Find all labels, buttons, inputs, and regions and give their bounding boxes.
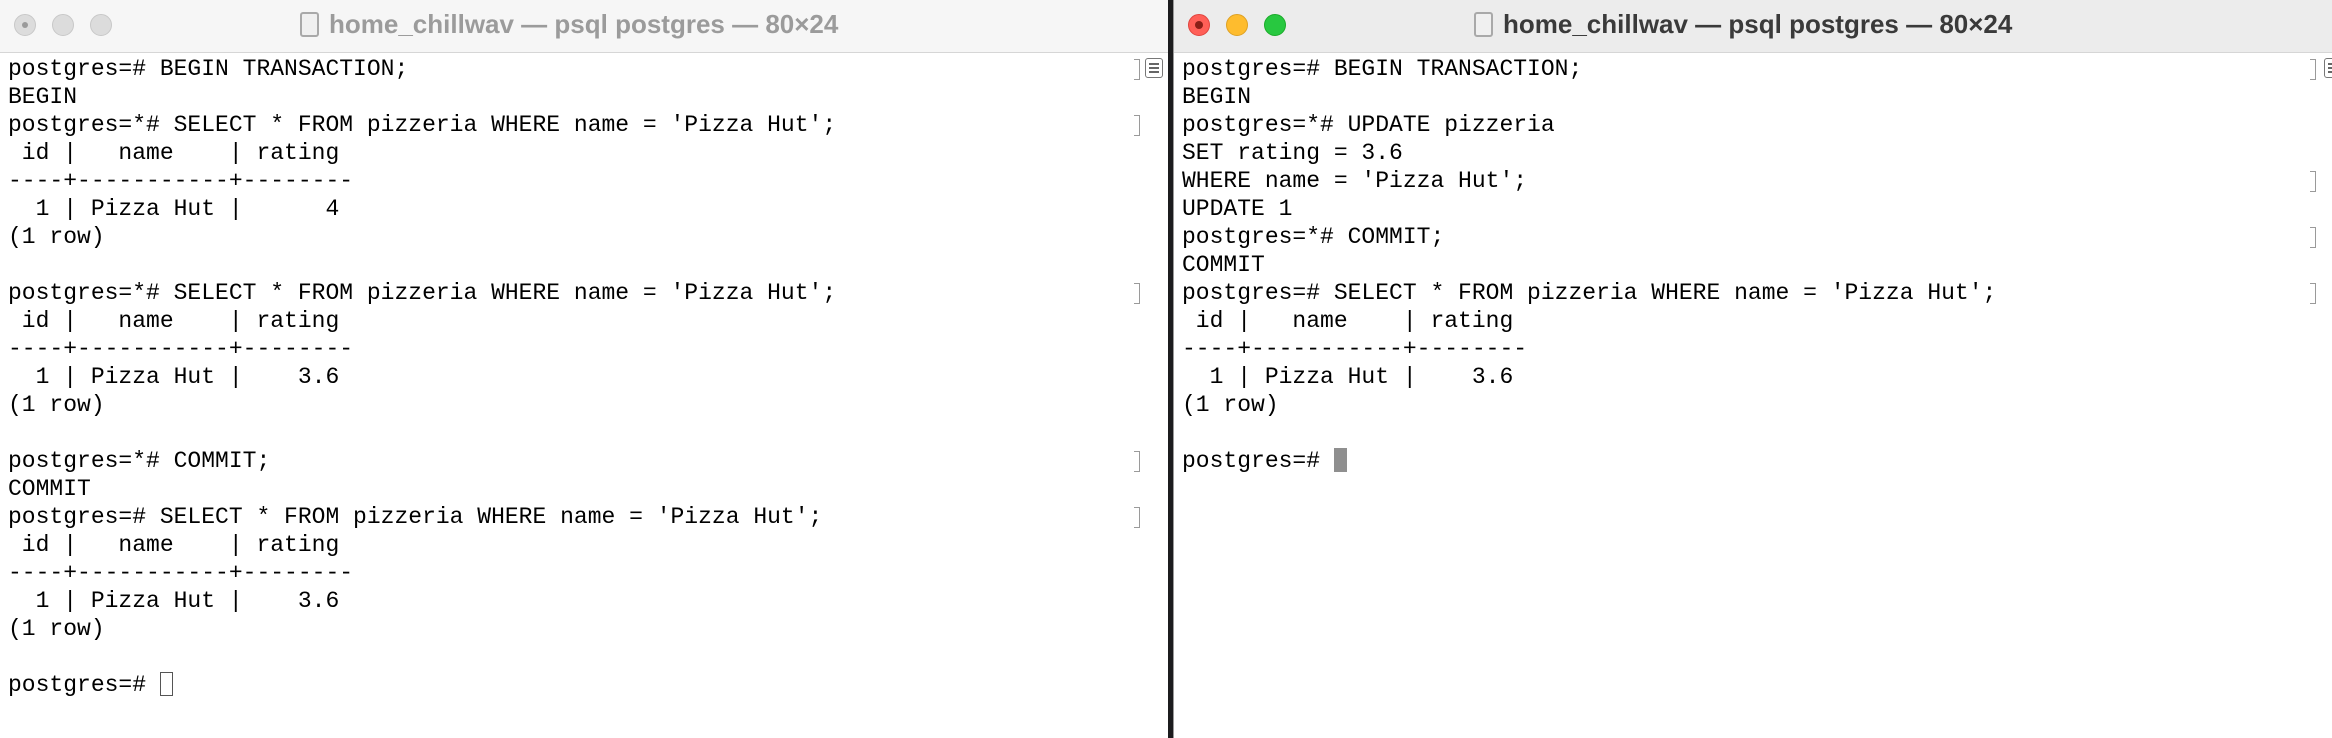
line-mark (2306, 59, 2316, 80)
terminal-line: (1 row) (8, 224, 105, 250)
terminal-line: 1 | Pizza Hut | 4 (8, 196, 340, 222)
scroll-menu-icon[interactable] (2324, 58, 2332, 78)
text-cursor (159, 672, 173, 696)
terminal-line: postgres=# SELECT * FROM pizzeria WHERE … (8, 504, 823, 530)
line-mark (2306, 171, 2316, 192)
prompt-text: postgres=# (8, 672, 160, 698)
terminal-line: postgres=# SELECT * FROM pizzeria WHERE … (1182, 280, 1997, 306)
terminal-line: COMMIT (1182, 252, 1265, 278)
terminal-line: id | name | rating (8, 140, 340, 166)
line-mark (2306, 283, 2316, 304)
terminal-line: 1 | Pizza Hut | 3.6 (8, 588, 340, 614)
terminal-window-left[interactable]: home_chillwav — psql postgres — 80×24 po… (0, 0, 1168, 738)
minimize-icon[interactable] (1226, 14, 1248, 36)
line-mark (1130, 115, 1140, 136)
minimize-icon[interactable] (52, 14, 74, 36)
terminal-line: postgres=*# SELECT * FROM pizzeria WHERE… (8, 280, 837, 306)
window-title: home_chillwav — psql postgres — 80×24 (300, 0, 838, 52)
terminal-output: postgres=# BEGIN TRANSACTION; BEGIN post… (1182, 55, 1996, 475)
terminal-line: ----+-----------+-------- (1182, 336, 1528, 362)
line-mark (1130, 283, 1140, 304)
document-icon (300, 12, 319, 37)
terminal-line: postgres=*# COMMIT; (8, 448, 271, 474)
terminal-line: WHERE name = 'Pizza Hut'; (1182, 168, 1528, 194)
title-bar[interactable]: home_chillwav — psql postgres — 80×24 (1174, 0, 2332, 53)
terminal-line: id | name | rating (8, 532, 340, 558)
close-icon[interactable] (1188, 14, 1210, 36)
terminal-line: postgres=# BEGIN TRANSACTION; (8, 56, 409, 82)
terminal-content[interactable]: postgres=# BEGIN TRANSACTION; BEGIN post… (0, 53, 1168, 738)
terminal-line: postgres=# BEGIN TRANSACTION; (1182, 56, 1583, 82)
document-icon (1474, 12, 1493, 37)
terminal-line: 1 | Pizza Hut | 3.6 (1182, 364, 1514, 390)
zoom-icon[interactable] (90, 14, 112, 36)
terminal-line: 1 | Pizza Hut | 3.6 (8, 364, 340, 390)
prompt-line[interactable]: postgres=# (8, 671, 836, 699)
terminal-line: ----+-----------+-------- (8, 168, 354, 194)
terminal-line: BEGIN (1182, 84, 1252, 110)
terminal-line: postgres=*# COMMIT; (1182, 224, 1445, 250)
text-cursor (1333, 448, 1347, 472)
line-mark (1130, 507, 1140, 528)
terminal-line: UPDATE 1 (1182, 196, 1293, 222)
window-title-text: home_chillwav — psql postgres — 80×24 (1503, 9, 2013, 39)
prompt-line[interactable]: postgres=# (1182, 447, 1996, 475)
terminal-line: id | name | rating (8, 308, 340, 334)
window-title-text: home_chillwav — psql postgres — 80×24 (329, 9, 839, 39)
line-mark (1130, 59, 1140, 80)
prompt-text: postgres=# (1182, 448, 1334, 474)
terminal-output: postgres=# BEGIN TRANSACTION; BEGIN post… (8, 55, 836, 699)
scroll-menu-icon[interactable] (1145, 58, 1163, 78)
terminal-line: (1 row) (8, 616, 105, 642)
close-icon[interactable] (14, 14, 36, 36)
terminal-line: ----+-----------+-------- (8, 336, 354, 362)
line-mark (2306, 227, 2316, 248)
terminal-line: (1 row) (1182, 392, 1279, 418)
terminal-line: ----+-----------+-------- (8, 560, 354, 586)
terminal-line: postgres=*# UPDATE pizzeria (1182, 112, 1555, 138)
terminal-line: COMMIT (8, 476, 91, 502)
terminal-window-right[interactable]: home_chillwav — psql postgres — 80×24 po… (1173, 0, 2332, 738)
title-bar[interactable]: home_chillwav — psql postgres — 80×24 (0, 0, 1168, 53)
window-title: home_chillwav — psql postgres — 80×24 (1474, 0, 2012, 52)
terminal-line: id | name | rating (1182, 308, 1514, 334)
terminal-line: postgres=*# SELECT * FROM pizzeria WHERE… (8, 112, 837, 138)
terminal-content[interactable]: postgres=# BEGIN TRANSACTION; BEGIN post… (1174, 53, 2332, 738)
terminal-line: (1 row) (8, 392, 105, 418)
terminal-line: SET rating = 3.6 (1182, 140, 1403, 166)
zoom-icon[interactable] (1264, 14, 1286, 36)
terminal-line: BEGIN (8, 84, 78, 110)
line-mark (1130, 451, 1140, 472)
